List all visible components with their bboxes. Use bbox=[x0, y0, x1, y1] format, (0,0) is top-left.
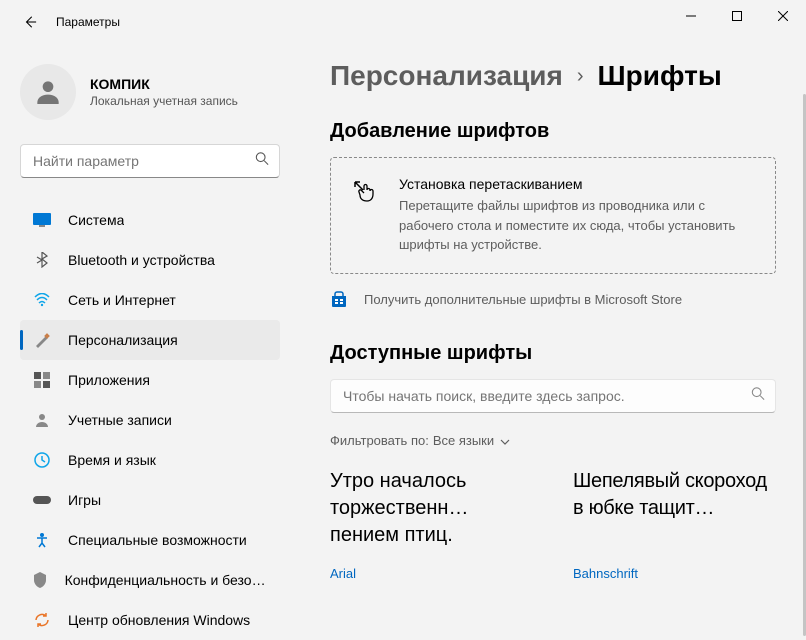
nav-gaming[interactable]: Игры bbox=[20, 480, 280, 520]
drag-hand-icon bbox=[351, 178, 387, 255]
gaming-icon bbox=[32, 490, 52, 510]
search-box[interactable] bbox=[20, 144, 280, 178]
breadcrumb-current: Шрифты bbox=[598, 60, 722, 92]
chevron-right-icon: › bbox=[577, 65, 584, 88]
nav-time[interactable]: Время и язык bbox=[20, 440, 280, 480]
breadcrumb-parent[interactable]: Персонализация bbox=[330, 60, 563, 92]
store-link-text: Получить дополнительные шрифты в Microso… bbox=[364, 292, 682, 307]
nav-privacy[interactable]: Конфиденциальность и безопасность bbox=[20, 560, 280, 600]
filter-value: Все языки bbox=[433, 433, 494, 448]
search-icon bbox=[751, 386, 765, 405]
nav-personalization[interactable]: Персонализация bbox=[20, 320, 280, 360]
font-sample: Шепелявый скороход в юбке тащит… bbox=[573, 468, 776, 550]
maximize-button[interactable] bbox=[714, 0, 760, 32]
font-card-bahnschrift[interactable]: Шепелявый скороход в юбке тащит… Bahnsch… bbox=[573, 468, 776, 581]
nav-apps[interactable]: Приложения bbox=[20, 360, 280, 400]
filter-label: Фильтровать по: bbox=[330, 433, 429, 448]
dropzone-desc: Перетащите файлы шрифтов из проводника и… bbox=[399, 196, 755, 255]
nav-accounts[interactable]: Учетные записи bbox=[20, 400, 280, 440]
nav-update[interactable]: Центр обновления Windows bbox=[20, 600, 280, 640]
back-button[interactable] bbox=[20, 12, 40, 32]
font-search-input[interactable] bbox=[331, 380, 775, 412]
font-dropzone[interactable]: Установка перетаскиванием Перетащите фай… bbox=[330, 157, 776, 274]
available-fonts-heading: Доступные шрифты bbox=[330, 342, 776, 365]
font-name: Arial bbox=[330, 566, 533, 581]
close-button[interactable] bbox=[760, 0, 806, 32]
avatar bbox=[20, 64, 76, 120]
accessibility-icon bbox=[32, 530, 52, 550]
user-block[interactable]: КОМПИК Локальная учетная запись bbox=[20, 44, 292, 144]
dropzone-title: Установка перетаскиванием bbox=[399, 176, 755, 192]
chevron-down-icon bbox=[500, 433, 510, 448]
search-input[interactable] bbox=[21, 145, 279, 177]
search-icon bbox=[255, 152, 269, 171]
font-search-box[interactable] bbox=[330, 379, 776, 413]
add-fonts-heading: Добавление шрифтов bbox=[330, 120, 776, 143]
user-sub: Локальная учетная запись bbox=[90, 94, 238, 108]
nav-accessibility[interactable]: Специальные возможности bbox=[20, 520, 280, 560]
nav-system[interactable]: Система bbox=[20, 200, 280, 240]
accounts-icon bbox=[32, 410, 52, 430]
filter-dropdown[interactable]: Фильтровать по: Все языки bbox=[330, 433, 776, 448]
system-icon bbox=[32, 210, 52, 230]
store-link[interactable]: Получить дополнительные шрифты в Microso… bbox=[330, 290, 776, 310]
font-card-arial[interactable]: Утро началось торжественн… пением птиц. … bbox=[330, 468, 533, 581]
nav-bluetooth[interactable]: Bluetooth и устройства bbox=[20, 240, 280, 280]
network-icon bbox=[32, 290, 52, 310]
nav-network[interactable]: Сеть и Интернет bbox=[20, 280, 280, 320]
user-name: КОМПИК bbox=[90, 76, 238, 92]
breadcrumb: Персонализация › Шрифты bbox=[330, 60, 776, 92]
time-icon bbox=[32, 450, 52, 470]
window-title: Параметры bbox=[56, 15, 120, 29]
update-icon bbox=[32, 610, 52, 630]
apps-icon bbox=[32, 370, 52, 390]
personalization-icon bbox=[32, 330, 52, 350]
store-icon bbox=[330, 290, 350, 310]
font-name: Bahnschrift bbox=[573, 566, 776, 581]
bluetooth-icon bbox=[32, 250, 52, 270]
font-sample: Утро началось торжественн… пением птиц. bbox=[330, 468, 533, 550]
privacy-icon bbox=[32, 570, 49, 590]
minimize-button[interactable] bbox=[668, 0, 714, 32]
